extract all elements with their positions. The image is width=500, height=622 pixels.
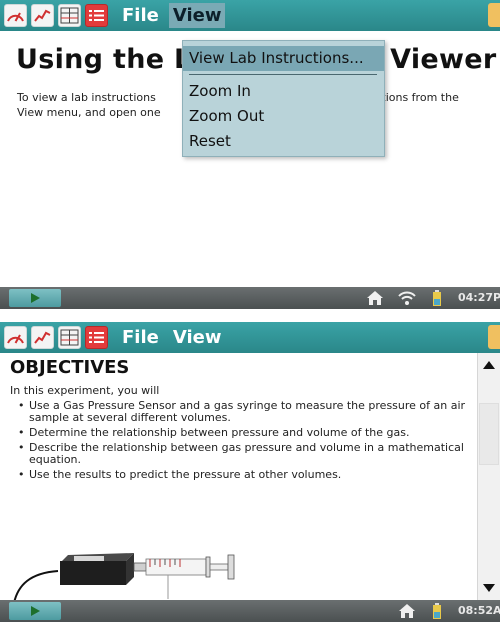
menu-item-view-lab-instructions[interactable]: View Lab Instructions... [183, 46, 384, 71]
objectives-intro: In this experiment, you will [10, 384, 160, 397]
status-clock: 04:27PI [458, 291, 500, 304]
menu-item-zoom-out[interactable]: Zoom Out [183, 104, 384, 129]
status-bar: 08:52AI [0, 600, 500, 622]
graph-icon[interactable] [31, 4, 54, 27]
battery-icon [428, 289, 446, 307]
scroll-up-icon[interactable] [481, 357, 497, 373]
instructions-content: OBJECTIVES In this experiment, you will … [0, 353, 477, 603]
file-menu[interactable]: File [118, 3, 163, 28]
gauge-icon[interactable] [4, 326, 27, 349]
scroll-down-icon[interactable] [481, 580, 497, 596]
top-toolbar: File View [0, 322, 500, 353]
play-icon [31, 606, 40, 616]
list-item: Use a Gas Pressure Sensor and a gas syri… [18, 400, 468, 424]
view-menu[interactable]: View [169, 325, 226, 350]
top-toolbar: File View [0, 0, 500, 31]
battery-icon [428, 602, 446, 620]
objectives-list: Use a Gas Pressure Sensor and a gas syri… [18, 400, 468, 484]
scroll-thumb[interactable] [479, 403, 499, 465]
view-dropdown-menu: View Lab Instructions... Zoom In Zoom Ou… [182, 40, 385, 157]
menu-divider [189, 74, 377, 75]
wifi-icon [398, 289, 416, 307]
menu-item-reset[interactable]: Reset [183, 129, 384, 154]
play-button[interactable] [9, 289, 61, 307]
list-item: Describe the relationship between gas pr… [18, 442, 468, 466]
lab-viewer-screen-menu-open: File View Using the La s Viewer To view a… [0, 0, 500, 309]
home-icon[interactable] [398, 602, 416, 620]
tool-edge-icon[interactable] [488, 325, 500, 349]
objectives-heading: OBJECTIVES [10, 357, 130, 378]
list-item: Use the results to predict the pressure … [18, 469, 468, 482]
view-menu[interactable]: View [168, 3, 226, 28]
status-clock: 08:52AI [458, 604, 500, 617]
table-icon[interactable] [58, 4, 81, 27]
list-item: Determine the relationship between press… [18, 427, 468, 440]
status-bar: 04:27PI [0, 287, 500, 309]
graph-icon[interactable] [31, 326, 54, 349]
gauge-icon[interactable] [4, 4, 27, 27]
lab-viewer-screen-objectives: File View OBJECTIVES In this experiment,… [0, 322, 500, 622]
menu-item-zoom-in[interactable]: Zoom In [183, 79, 384, 104]
home-icon[interactable] [366, 289, 384, 307]
play-button[interactable] [9, 602, 61, 620]
sensor-syringe-illustration [13, 553, 235, 603]
table-icon[interactable] [58, 326, 81, 349]
vertical-scrollbar[interactable] [477, 353, 500, 600]
para-line1-left: To view a lab instructions [17, 91, 156, 104]
list-icon[interactable] [85, 326, 108, 349]
tool-edge-icon[interactable] [488, 3, 500, 27]
play-icon [31, 293, 40, 303]
list-icon[interactable] [85, 4, 108, 27]
file-menu[interactable]: File [118, 325, 163, 350]
page-title-left: Using the La [16, 44, 211, 75]
